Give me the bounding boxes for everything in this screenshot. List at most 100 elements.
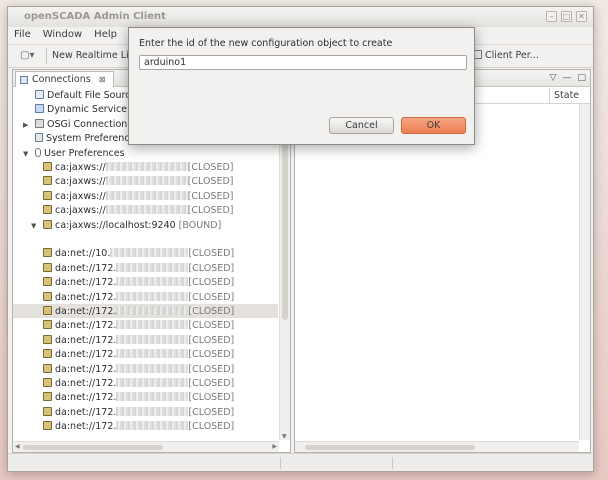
tree-item[interactable]: da:net://10. [CLOSED] xyxy=(43,247,234,261)
connection-state: [CLOSED] xyxy=(188,406,235,418)
tree-item-label: da:net://172. xyxy=(55,406,117,418)
connection-icon xyxy=(43,291,52,301)
scroll-right-icon[interactable]: ▶ xyxy=(272,443,277,450)
connection-state: [CLOSED] xyxy=(188,349,235,361)
connection-icon xyxy=(43,262,52,272)
status-separator xyxy=(280,457,281,469)
scrollbar-thumb[interactable] xyxy=(23,445,163,450)
tree-item[interactable]: da:net://172. [CLOSED] xyxy=(43,334,234,348)
scrollbar-thumb[interactable] xyxy=(305,445,475,450)
tree-item[interactable]: da:net://172. [CLOSED] xyxy=(43,363,234,377)
tree-item[interactable]: ca:jaxws:// [CLOSED] xyxy=(43,190,233,204)
osgi-icon xyxy=(35,118,44,128)
tree-item[interactable]: da:net://172. [CLOSED] xyxy=(43,420,234,434)
tree-item[interactable]: da:net://172. [CLOSED] xyxy=(43,305,234,319)
perspective-icon xyxy=(474,50,482,59)
tree-item-label: ca:jaxws:// xyxy=(55,176,106,188)
client-perspective-label: Client Per... xyxy=(485,50,539,61)
maximize-view-icon[interactable]: □ xyxy=(577,73,586,83)
tree-item[interactable]: ▼ ca:jaxws://localhost:9240 [BOUND] xyxy=(31,219,221,233)
minimize-button[interactable]: – xyxy=(546,11,557,22)
new-wizard-icon[interactable]: ▢▾ xyxy=(20,50,40,63)
tree-item[interactable]: System Preferences xyxy=(35,132,140,146)
menu-file[interactable]: File xyxy=(14,27,31,44)
dialog-prompt: Enter the id of the new configuration ob… xyxy=(139,38,393,49)
window-controls: – □ ✕ xyxy=(546,11,587,22)
cancel-button[interactable]: Cancel xyxy=(329,117,394,134)
redacted-address xyxy=(116,406,189,416)
details-horizontal-scrollbar[interactable] xyxy=(295,441,579,452)
tree-item[interactable]: ca:jaxws:// [CLOSED] xyxy=(43,175,233,189)
tab-connections[interactable]: Connections ⊠ xyxy=(15,71,115,87)
tree-item-label: da:net://172. xyxy=(55,320,117,332)
tree-item-label: Default File Source xyxy=(47,90,137,101)
expanded-arrow-icon[interactable]: ▼ xyxy=(31,219,36,233)
menu-window[interactable]: Window xyxy=(43,27,82,44)
connection-icon xyxy=(43,406,52,416)
expanded-arrow-icon[interactable]: ▼ xyxy=(23,147,28,161)
tree-item[interactable]: Default File Source xyxy=(35,89,136,103)
tree-item-label: da:net://172. xyxy=(55,378,117,389)
connection-icon xyxy=(43,306,52,315)
redacted-address xyxy=(116,277,189,287)
maximize-button[interactable]: □ xyxy=(561,11,572,22)
connection-state: [CLOSED] xyxy=(187,162,234,173)
connections-icon xyxy=(20,76,28,84)
view-menu-icon[interactable]: ▽ xyxy=(550,73,557,83)
tree-item-label: ca:jaxws:// xyxy=(55,190,106,202)
tree-item-label: ca:jaxws://localhost:9240 xyxy=(55,219,176,231)
details-vertical-scrollbar[interactable] xyxy=(579,104,590,440)
client-perspective-button[interactable]: Client Per... xyxy=(474,50,539,61)
connection-state: [CLOSED] xyxy=(188,306,235,317)
redacted-address xyxy=(116,291,189,301)
tree-item[interactable]: ca:jaxws:// [CLOSED] xyxy=(43,204,233,218)
close-button[interactable]: ✕ xyxy=(576,11,587,22)
tree-item[interactable]: da:net://172. [CLOSED] xyxy=(43,377,234,391)
connection-state: [CLOSED] xyxy=(188,421,235,433)
service-discovery-icon xyxy=(35,104,44,114)
connections-horizontal-scrollbar[interactable]: ◀ ▶ xyxy=(13,441,279,452)
tree-item[interactable]: ca:jaxws:// [CLOSED] xyxy=(43,161,233,175)
scroll-left-icon[interactable]: ◀ xyxy=(15,443,20,450)
connection-icon xyxy=(43,205,52,215)
connection-icon xyxy=(43,190,52,200)
connection-state: [CLOSED] xyxy=(187,205,234,217)
tree-item-label: da:net://172. xyxy=(55,291,117,303)
connection-state: [CLOSED] xyxy=(188,320,235,332)
tree-item-label: da:net://172. xyxy=(55,349,117,361)
connection-icon xyxy=(43,378,52,387)
column-state[interactable]: State xyxy=(549,88,592,104)
tree-item[interactable]: da:net://172. [CLOSED] xyxy=(43,391,234,405)
connection-state: [CLOSED] xyxy=(188,262,235,274)
menu-help[interactable]: Help xyxy=(94,27,117,44)
tree-item[interactable]: da:net://172. [CLOSED] xyxy=(43,406,234,420)
tree-item[interactable]: ▼ User Preferences xyxy=(23,147,125,161)
tree-item-label: da:net://172. xyxy=(55,363,117,375)
tree-item[interactable]: da:net://172. [CLOSED] xyxy=(43,262,234,276)
tree-item[interactable]: da:net://172. [CLOSED] xyxy=(43,276,234,290)
minimize-view-icon[interactable]: — xyxy=(562,73,571,83)
connection-icon xyxy=(43,349,52,359)
ok-button[interactable]: OK xyxy=(401,117,466,134)
preferences-icon xyxy=(35,133,43,143)
connection-icon xyxy=(43,421,52,431)
redacted-address xyxy=(116,378,189,387)
connection-state: [CLOSED] xyxy=(188,277,235,289)
tree-item[interactable]: da:net://172. [CLOSED] xyxy=(43,291,234,305)
connection-state: [CLOSED] xyxy=(188,363,235,375)
tree-item-label: User Preferences xyxy=(44,147,125,159)
new-realtime-list-label: New Realtime List xyxy=(52,50,138,61)
tree-item-label: da:net://10. xyxy=(55,248,111,260)
tree-item-label: da:net://172. xyxy=(55,262,117,274)
connection-state: [CLOSED] xyxy=(188,378,235,389)
new-realtime-list-button[interactable]: New Realtime List xyxy=(52,50,137,61)
tab-close-icon[interactable]: ⊠ xyxy=(99,75,106,84)
connection-icon xyxy=(43,248,52,258)
config-id-input[interactable] xyxy=(139,55,467,70)
scroll-down-icon[interactable]: ▼ xyxy=(282,433,287,440)
tree-item[interactable]: da:net://172. [CLOSED] xyxy=(43,319,234,333)
tree-item-label: ca:jaxws:// xyxy=(55,205,106,217)
tree-item[interactable]: da:net://172. [CLOSED] xyxy=(43,348,234,362)
redacted-address xyxy=(105,162,188,171)
collapsed-arrow-icon[interactable]: ▶ xyxy=(23,118,28,132)
